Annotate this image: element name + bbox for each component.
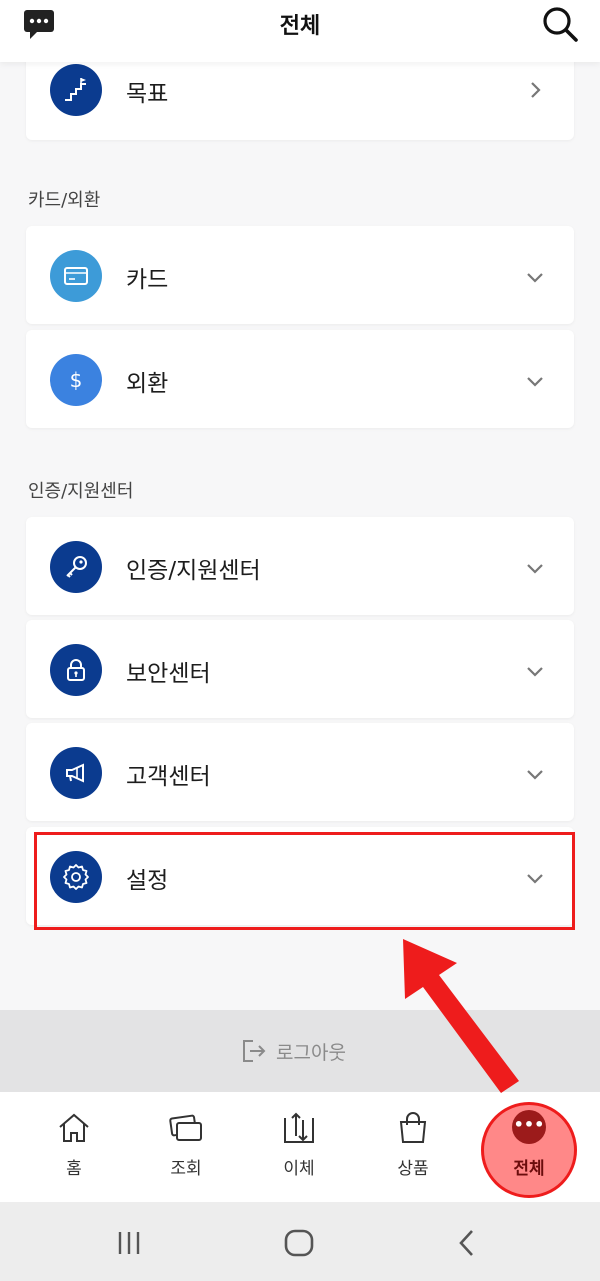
chevron-down-icon	[524, 266, 546, 288]
chevron-down-icon	[524, 660, 546, 682]
menu-item-customer-center[interactable]: 고객센터	[26, 723, 574, 821]
stairs-flag-icon	[50, 64, 102, 116]
menu-item-label: 보안센터	[126, 661, 211, 687]
menu-item-settings[interactable]: 설정	[26, 827, 574, 925]
menu-item-card[interactable]: 카드	[26, 226, 574, 324]
section-title: 인증/지원센터	[28, 481, 134, 502]
card-icon	[50, 250, 102, 302]
nav-all[interactable]: ••• 전체	[481, 1110, 577, 1179]
menu-item-fx[interactable]: $ 외환	[26, 330, 574, 428]
megaphone-icon	[50, 747, 102, 799]
logout-icon	[243, 1040, 266, 1062]
cards-icon	[169, 1114, 202, 1141]
menu-item-label: 카드	[126, 267, 169, 293]
back-icon[interactable]	[450, 1226, 484, 1260]
menu-item-label: 목표	[126, 81, 169, 107]
recent-apps-icon[interactable]	[112, 1226, 146, 1260]
menu-item-label: 인증/지원센터	[126, 558, 261, 584]
key-icon	[50, 541, 102, 593]
menu-item-label: 외환	[126, 371, 169, 397]
search-icon[interactable]	[540, 4, 580, 44]
menu-item-security-center[interactable]: 보안센터	[26, 620, 574, 718]
chevron-down-icon	[524, 867, 546, 889]
nav-inquiry[interactable]: 조회	[136, 1110, 236, 1179]
nav-label: 이체	[283, 1159, 315, 1179]
top-header: 전체	[0, 0, 600, 62]
shopping-bag-icon	[399, 1112, 427, 1143]
more-dots-icon: •••	[512, 1110, 546, 1144]
page-title: 전체	[279, 14, 321, 39]
dollar-icon: $	[50, 354, 102, 406]
nav-label: 조회	[170, 1159, 202, 1179]
nav-label: 전체	[513, 1159, 545, 1179]
logout-label: 로그아웃	[276, 1041, 346, 1064]
nav-transfer[interactable]: 이체	[249, 1110, 349, 1179]
chevron-down-icon	[524, 370, 546, 392]
chevron-down-icon	[524, 763, 546, 785]
nav-home[interactable]: 홈	[24, 1110, 124, 1179]
nav-label: 상품	[397, 1159, 429, 1179]
home-icon	[59, 1113, 89, 1142]
arrow-annotation	[403, 939, 519, 1093]
section-title: 카드/외환	[28, 190, 101, 211]
menu-item-label: 고객센터	[126, 764, 211, 790]
chevron-right-icon	[524, 79, 546, 101]
system-nav	[0, 1202, 600, 1281]
chevron-down-icon	[524, 557, 546, 579]
menu-item-auth-support[interactable]: 인증/지원센터	[26, 517, 574, 615]
nav-label: 홈	[66, 1159, 82, 1179]
nav-products[interactable]: 상품	[363, 1110, 463, 1179]
home-circle-icon[interactable]	[282, 1226, 316, 1260]
transfer-icon	[284, 1112, 314, 1143]
svg-text:$: $	[70, 368, 83, 392]
menu-item-label: 설정	[126, 868, 169, 894]
lock-icon	[50, 644, 102, 696]
logout-button[interactable]: 로그아웃	[240, 1036, 346, 1066]
gear-icon	[50, 851, 102, 903]
